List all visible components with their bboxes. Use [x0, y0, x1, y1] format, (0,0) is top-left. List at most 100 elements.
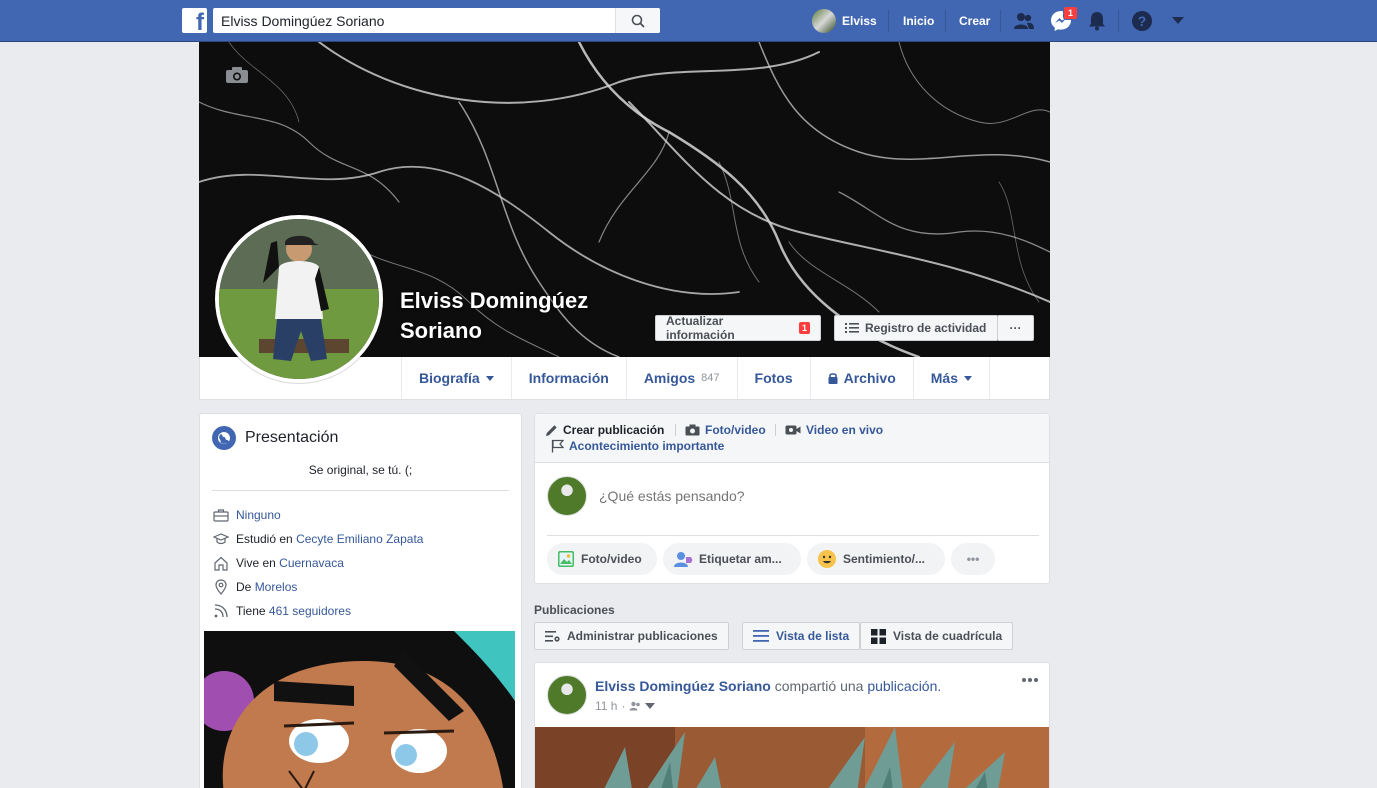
account-menu-button[interactable] — [1167, 10, 1189, 32]
lives-value[interactable]: Cuernavaca — [279, 556, 344, 570]
update-info-badge: 1 — [798, 322, 810, 334]
intro-work: Ninguno — [212, 506, 281, 524]
avatar — [547, 476, 587, 516]
photo-video-tab[interactable]: Foto/video — [685, 423, 766, 437]
tab-about[interactable]: Información — [510, 357, 626, 399]
notifications-button[interactable] — [1086, 10, 1108, 32]
intro-followers: Tiene 461 seguidores — [212, 602, 351, 620]
timeline-post: Elviss Domingúez Soriano compartió una p… — [534, 662, 1050, 788]
nav-separator — [1000, 0, 1001, 42]
tab-archive[interactable]: Archivo — [809, 357, 913, 399]
life-event-tab[interactable]: Acontecimiento importante — [551, 439, 724, 453]
post-author-link[interactable]: Elviss Domingúez Soriano — [595, 678, 771, 694]
flag-icon — [551, 439, 564, 453]
list-view-button[interactable]: Vista de lista — [742, 622, 861, 650]
manage-posts-label: Administrar publicaciones — [567, 629, 718, 643]
post-action-text: compartió una — [774, 678, 864, 694]
composer-tabs: Crear publicación Foto/video Video en vi… — [535, 414, 1049, 463]
live-video-tab[interactable]: Video en vivo — [785, 423, 883, 437]
work-value[interactable]: Ninguno — [236, 508, 281, 522]
chevron-down-icon — [963, 375, 972, 381]
friends-icon — [1014, 13, 1034, 29]
lock-icon — [828, 373, 838, 384]
education-value[interactable]: Cecyte Emiliano Zapata — [296, 532, 423, 546]
tab-photos[interactable]: Fotos — [736, 357, 810, 399]
feeling-activity-pill-label: Sentimiento/... — [843, 552, 926, 566]
post-options-icon[interactable] — [1021, 677, 1039, 683]
tag-friends-pill[interactable]: Etiquetar am... — [663, 543, 801, 575]
search-button[interactable] — [615, 8, 660, 33]
post-object-link[interactable]: publicación. — [867, 678, 941, 694]
grid-view-button[interactable]: Vista de cuadrícula — [860, 622, 1014, 650]
life-event-tab-label: Acontecimiento importante — [569, 439, 725, 453]
lives-prefix: Vive en — [236, 556, 276, 570]
help-button[interactable]: ? — [1131, 10, 1153, 32]
chevron-down-icon — [485, 375, 494, 381]
tag-friends-pill-label: Etiquetar am... — [699, 552, 782, 566]
from-prefix: De — [236, 580, 252, 594]
tab-about-label: Información — [528, 370, 609, 386]
list-view-label: Vista de lista — [776, 629, 850, 643]
nav-separator — [1118, 0, 1119, 42]
post-shared-image[interactable] — [535, 727, 1049, 788]
list-view-icon — [753, 630, 769, 642]
meta-separator: · — [621, 699, 626, 713]
nav-home-link[interactable]: Inicio — [903, 0, 934, 42]
settings-list-icon — [545, 630, 560, 642]
photo-icon — [558, 551, 574, 567]
update-info-button[interactable]: Actualizar información 1 — [655, 314, 821, 342]
create-post-tab[interactable]: Crear publicación — [545, 423, 664, 437]
search-input[interactable] — [213, 8, 613, 33]
composer-more-pill[interactable]: ••• — [951, 543, 995, 575]
post-timestamp[interactable]: 11 h — [595, 699, 617, 713]
featured-photo[interactable] — [204, 631, 515, 788]
messenger-button[interactable]: 1 — [1050, 6, 1078, 32]
more-options-button[interactable]: ··· — [997, 315, 1034, 341]
tab-timeline[interactable]: Biografía — [401, 357, 511, 399]
activity-log-label: Registro de actividad — [865, 321, 987, 335]
posts-section-title: Publicaciones — [534, 603, 615, 617]
nav-profile-link[interactable]: Elviss — [812, 0, 877, 42]
nav-separator — [888, 0, 889, 42]
from-value[interactable]: Morelos — [255, 580, 298, 594]
messenger-badge: 1 — [1062, 6, 1078, 20]
post-composer: Crear publicación Foto/video Video en vi… — [534, 413, 1050, 584]
top-navigation-bar: f Elviss Inicio Crear 1 ? — [0, 0, 1377, 42]
photo-video-pill[interactable]: Foto/video — [547, 543, 657, 575]
facebook-logo-icon[interactable]: f — [182, 8, 207, 35]
camera-icon[interactable] — [225, 66, 249, 84]
caret-down-icon — [1172, 17, 1184, 24]
education-prefix: Estudió en — [236, 532, 293, 546]
profile-picture-image — [219, 219, 379, 379]
list-icon — [845, 323, 859, 333]
profile-name: Elviss Domingúez Soriano — [400, 288, 589, 343]
nav-create-link[interactable]: Crear — [959, 0, 990, 42]
tab-more-label: Más — [930, 370, 958, 386]
chevron-down-icon[interactable] — [645, 703, 656, 709]
home-icon — [214, 556, 228, 571]
photo-video-tab-label: Foto/video — [705, 423, 766, 437]
intro-card: Presentación Se original, se tú. (; Ning… — [199, 413, 522, 788]
tab-friends[interactable]: Amigos 847 — [625, 357, 737, 399]
feeling-activity-pill[interactable]: Sentimiento/... — [807, 543, 945, 575]
friends-audience-icon[interactable] — [629, 701, 641, 711]
activity-log-button[interactable]: Registro de actividad — [834, 315, 998, 341]
friends-count: 847 — [701, 372, 720, 384]
divider — [212, 490, 509, 491]
composer-input[interactable] — [599, 488, 1019, 504]
tab-more[interactable]: Más — [912, 357, 990, 399]
tab-archive-label: Archivo — [843, 370, 896, 386]
nav-create-label: Crear — [959, 14, 991, 28]
divider — [547, 535, 1039, 536]
tab-timeline-label: Biografía — [419, 370, 480, 386]
nav-separator — [945, 0, 946, 42]
followers-prefix: Tiene — [236, 604, 266, 618]
followers-value[interactable]: 461 seguidores — [269, 604, 351, 618]
grid-view-label: Vista de cuadrícula — [893, 629, 1003, 643]
avatar[interactable] — [547, 675, 587, 715]
manage-posts-button[interactable]: Administrar publicaciones — [534, 622, 729, 650]
profile-picture[interactable] — [215, 215, 383, 383]
friend-requests-button[interactable] — [1013, 10, 1035, 32]
more-options-label: ··· — [1009, 321, 1022, 335]
briefcase-icon — [213, 509, 229, 522]
